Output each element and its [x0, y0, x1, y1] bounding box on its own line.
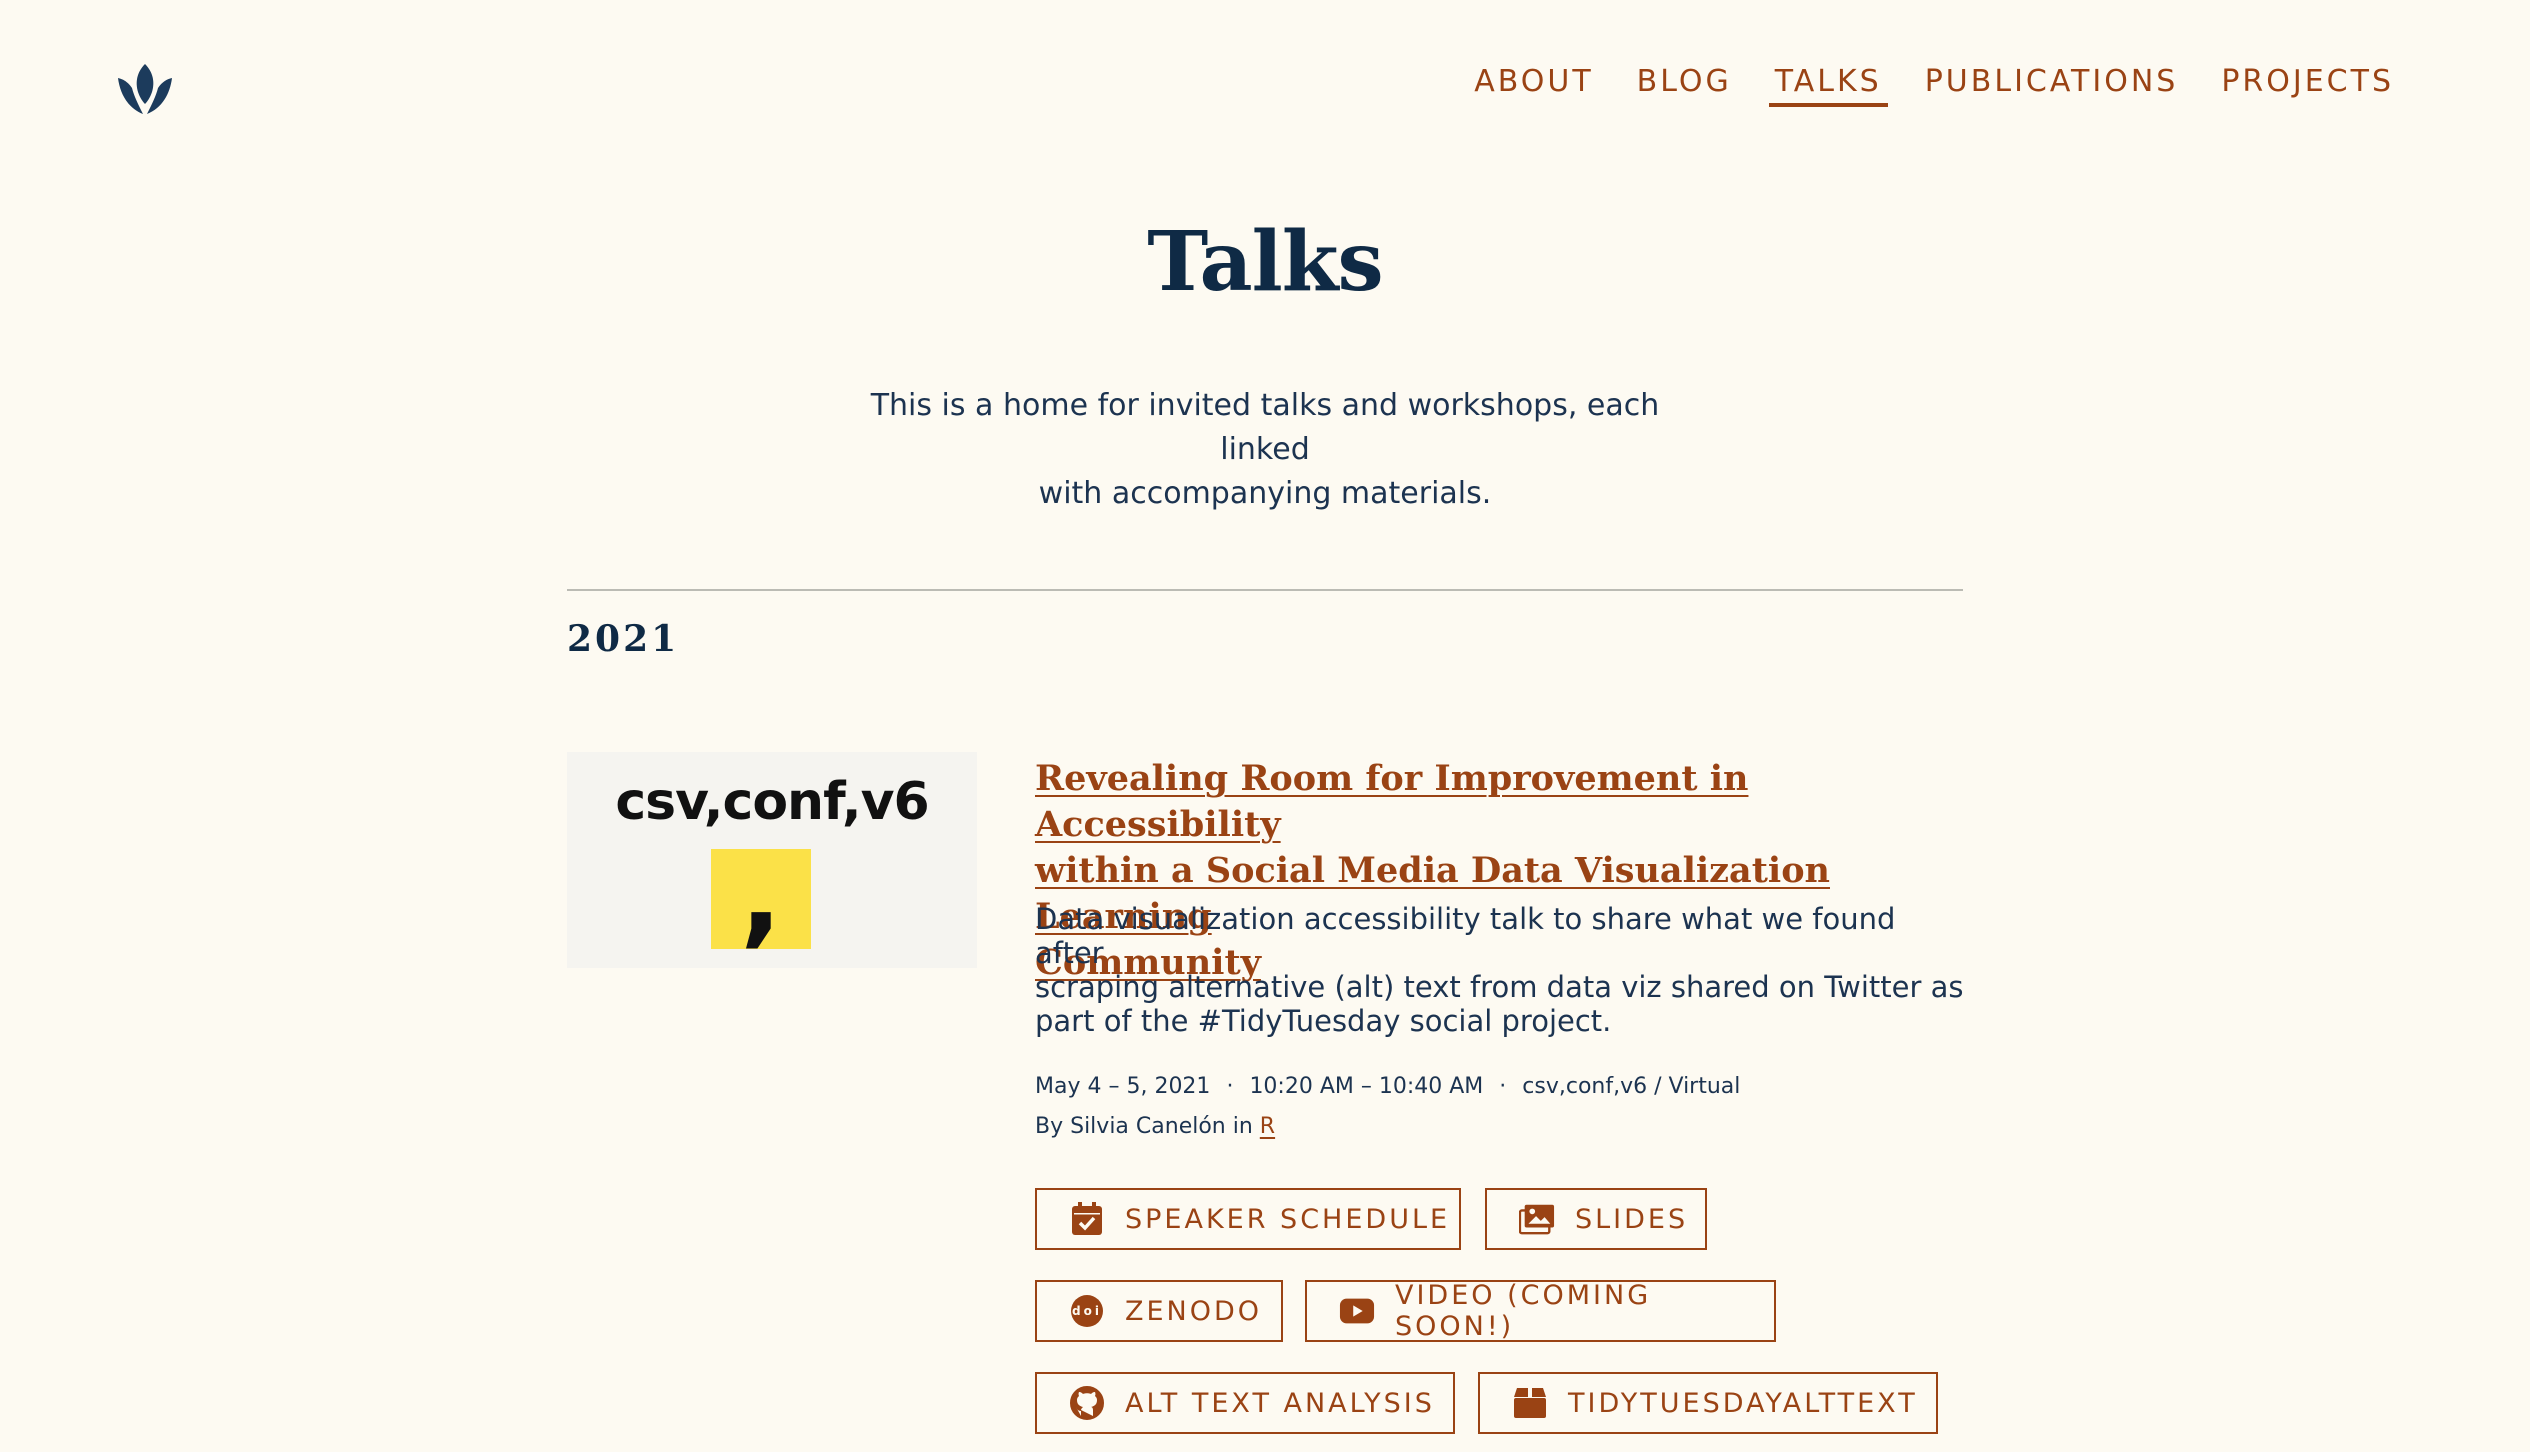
- intro-line: with accompanying materials.: [1038, 476, 1492, 511]
- images-icon: [1519, 1201, 1555, 1237]
- calendar-check-icon: [1069, 1201, 1105, 1237]
- zenodo-button[interactable]: doi ZENODO: [1035, 1280, 1283, 1342]
- button-label: VIDEO (COMING SOON!): [1395, 1280, 1652, 1342]
- nav-projects[interactable]: PROJECTS: [2215, 64, 2400, 107]
- slides-button[interactable]: SLIDES: [1485, 1188, 1707, 1250]
- meta-separator: ·: [1226, 1074, 1234, 1099]
- thumbnail-text: csv,conf,v6: [615, 772, 929, 832]
- comma-logo-icon: ,: [711, 831, 811, 959]
- intro-line: This is a home for invited talks and wor…: [870, 388, 1660, 467]
- nav-about[interactable]: ABOUT: [1468, 64, 1599, 107]
- button-label: SLIDES: [1575, 1203, 1689, 1235]
- talk-thumbnail[interactable]: csv,conf,v6 ,: [567, 752, 977, 968]
- meta-separator: ·: [1499, 1074, 1507, 1099]
- talk-byline: By Silvia Canelón in R: [1035, 1114, 1275, 1139]
- alt-text-analysis-button[interactable]: ALT TEXT ANALYSIS: [1035, 1372, 1455, 1434]
- nav-publications[interactable]: PUBLICATIONS: [1919, 64, 2185, 107]
- youtube-icon: [1339, 1293, 1375, 1329]
- section-divider: [567, 589, 1963, 591]
- page-title: Talks: [1147, 214, 1383, 310]
- category-link[interactable]: R: [1260, 1114, 1275, 1139]
- talk-time: 10:20 AM – 10:40 AM: [1249, 1074, 1484, 1099]
- main-nav: ABOUT BLOG TALKS PUBLICATIONS PROJECTS: [1437, 64, 2400, 107]
- year-heading: 2021: [567, 618, 680, 660]
- speaker-schedule-button[interactable]: SPEAKER SCHEDULE: [1035, 1188, 1461, 1250]
- talk-description: Data visualization accessibility talk to…: [1035, 902, 1965, 1038]
- page-intro: This is a home for invited talks and wor…: [840, 384, 1690, 516]
- nav-talks[interactable]: TALKS: [1768, 64, 1888, 107]
- talk-location: csv,conf,v6 / Virtual: [1522, 1074, 1741, 1099]
- talk-meta: May 4 – 5, 2021 · 10:20 AM – 10:40 AM · …: [1035, 1074, 1740, 1099]
- button-label: ALT TEXT ANALYSIS: [1125, 1387, 1435, 1419]
- thumbnail-mark: ,: [740, 831, 782, 959]
- tidytuesdayalttext-button[interactable]: TIDYTUESDAYALTTEXT: [1478, 1372, 1938, 1434]
- description-line: Data visualization accessibility talk to…: [1035, 902, 1896, 970]
- description-line: part of the #TidyTuesday social project.: [1035, 1004, 1612, 1038]
- button-label: ZENODO: [1125, 1295, 1263, 1327]
- github-icon: [1069, 1385, 1105, 1421]
- button-label: SPEAKER SCHEDULE: [1125, 1203, 1451, 1235]
- lotus-logo-icon[interactable]: [116, 60, 174, 118]
- page: ABOUT BLOG TALKS PUBLICATIONS PROJECTS T…: [0, 0, 2530, 1452]
- svg-text:doi: doi: [1072, 1304, 1102, 1318]
- video-button[interactable]: VIDEO (COMING SOON!): [1305, 1280, 1776, 1342]
- doi-icon: doi: [1069, 1293, 1105, 1329]
- nav-blog[interactable]: BLOG: [1631, 64, 1738, 107]
- box-icon: [1512, 1385, 1548, 1421]
- button-label: TIDYTUESDAYALTTEXT: [1568, 1387, 1918, 1419]
- byline-text: By Silvia Canelón in: [1035, 1114, 1253, 1139]
- description-line: scraping alternative (alt) text from dat…: [1035, 970, 1964, 1004]
- talk-title-line: Revealing Room for Improvement in Access…: [1035, 758, 1749, 845]
- talk-date: May 4 – 5, 2021: [1035, 1074, 1211, 1099]
